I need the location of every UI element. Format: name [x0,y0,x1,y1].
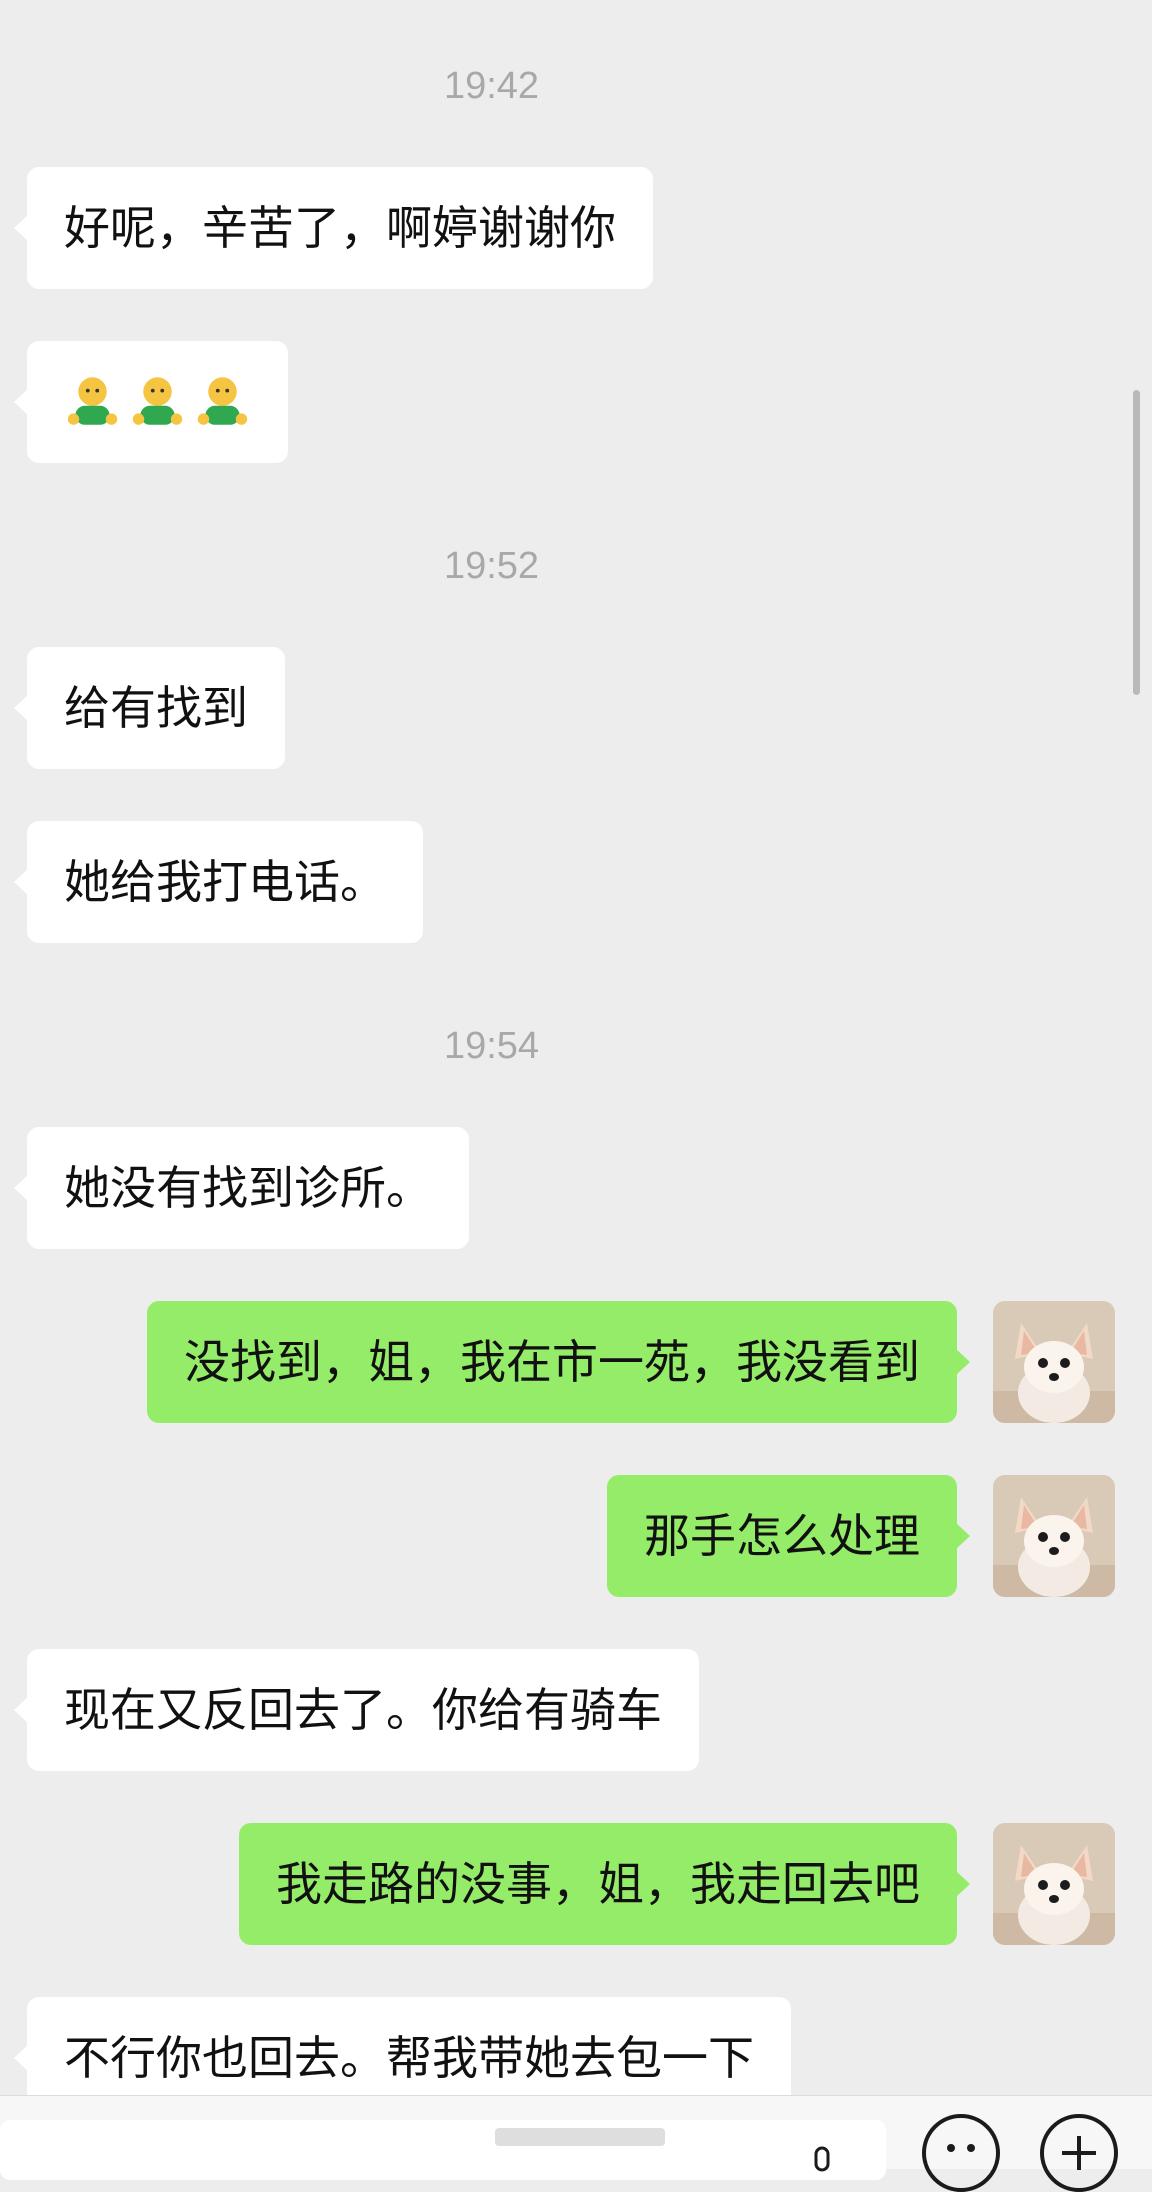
emoji-icon [947,2144,975,2152]
plus-icon [1062,2136,1096,2170]
timestamp: 19:54 [443,1025,540,1067]
person-green-emoji [67,377,118,425]
dog-avatar-icon [993,1301,1115,1423]
timestamp: 19:52 [443,545,540,587]
received-message[interactable]: 她给我打电话。 [14,821,423,943]
user-avatar[interactable] [993,1823,1115,1945]
sent-message[interactable]: 那手怎么处理 [607,1475,970,1597]
dog-avatar-icon [993,1475,1115,1597]
scrollbar[interactable] [1133,390,1140,695]
received-message[interactable]: 给有找到 [14,647,285,769]
sent-message[interactable]: 我走路的没事，姐，我走回去吧 [239,1823,970,1945]
dog-avatar-icon [993,1823,1115,1945]
person-green-emoji [197,377,248,425]
received-message[interactable]: 她没有找到诊所。 [14,1127,469,1249]
voice-icon[interactable] [810,2146,834,2186]
received-message-emoji[interactable] [14,341,288,463]
timestamp: 19:42 [443,65,540,107]
user-avatar[interactable] [993,1475,1115,1597]
received-message[interactable]: 好呢，辛苦了，啊婷谢谢你 [14,167,653,289]
received-message[interactable]: 现在又反回去了。你给有骑车 [14,1649,699,1771]
input-bar [0,2095,1152,2192]
person-green-emoji [132,377,183,425]
received-message[interactable]: 不行你也回去。帮我带她去包一下 [14,1997,791,2095]
plus-button[interactable] [1040,2114,1118,2192]
sent-message[interactable]: 没找到，姐，我在市一苑，我没看到 [147,1301,970,1423]
message-input[interactable] [0,2120,886,2180]
emoji-button[interactable] [922,2114,1000,2192]
user-avatar[interactable] [993,1301,1115,1423]
chat-area[interactable]: 19:42 好呢，辛苦了，啊婷谢谢你 19:52 给有找到 她给我打电话。 19… [0,0,1152,2095]
input-text-ghost [495,2128,665,2146]
